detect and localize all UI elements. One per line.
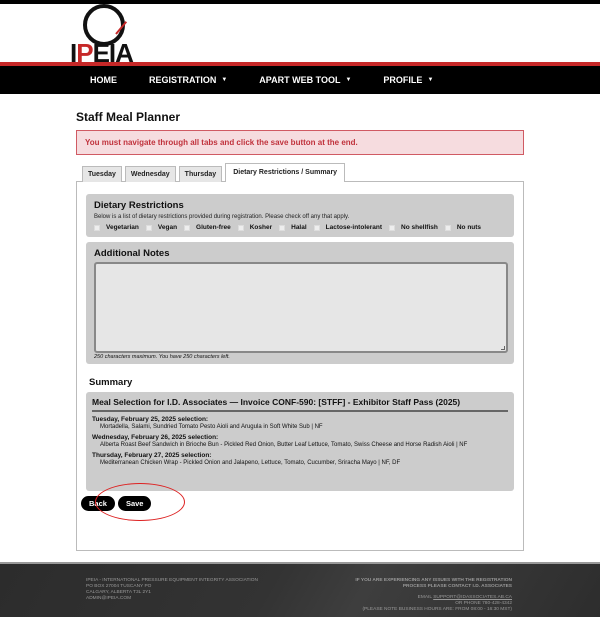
summary-section: Meal Selection for I.D. Associates — Inv… (86, 392, 514, 491)
footer-hours: (PLEASE NOTE BUSINESS HOURS ARE: FROM 08… (362, 607, 512, 612)
notes-textarea[interactable] (94, 262, 508, 353)
gauge-needle (115, 21, 128, 35)
checkbox[interactable] (444, 224, 451, 231)
option-label: No shellfish (401, 224, 438, 231)
checkbox[interactable] (145, 224, 152, 231)
day-selection-value: Mediterranean Chicken Wrap - Pickled Oni… (100, 460, 401, 466)
day-selection-label: Tuesday, February 25, 2025 selection: (92, 416, 209, 423)
page-title: Staff Meal Planner (76, 110, 181, 124)
footer-email-link[interactable]: ADMIN@IPEIA.COM (86, 596, 258, 602)
option-halal[interactable]: Halal (279, 224, 307, 231)
tab-panel: Dietary Restrictions Below is a list of … (76, 181, 524, 551)
option-label: Gluten-free (196, 224, 231, 231)
option-no-nuts[interactable]: No nuts (444, 224, 482, 231)
section-title: Additional Notes (94, 248, 170, 259)
checkbox[interactable] (389, 224, 396, 231)
ipeia-logo[interactable]: IPEIA (70, 4, 140, 69)
nav-label: REGISTRATION (149, 75, 217, 85)
nav-home[interactable]: HOME (90, 75, 117, 85)
option-vegetarian[interactable]: Vegetarian (94, 224, 139, 231)
day-selection-label: Wednesday, February 26, 2025 selection: (92, 434, 219, 441)
save-button[interactable]: Save (117, 496, 152, 511)
option-label: Vegan (157, 224, 178, 231)
support-email-link[interactable]: SUPPORT@IDASSOCIATES.AB.CA (433, 595, 512, 600)
main-nav: HOME REGISTRATION ▼ APART WEB TOOL ▼ PROFI… (0, 66, 600, 94)
checkbox[interactable] (313, 224, 320, 231)
day-selection-value: Alberta Roast Beef Sandwich in Brioche B… (100, 442, 468, 448)
option-lactose-intolerant[interactable]: Lactose-intolerant (313, 224, 383, 231)
nav-label: HOME (90, 75, 117, 85)
nav-label: PROFILE (383, 75, 423, 85)
caret-down-icon: ▼ (221, 77, 228, 83)
option-no-shellfish[interactable]: No shellfish (389, 224, 438, 231)
tab-wednesday[interactable]: Wednesday (124, 166, 176, 182)
nav-profile[interactable]: PROFILE ▼ (383, 75, 433, 85)
nav-apart-web-tool[interactable]: APART WEB TOOL ▼ (259, 75, 351, 85)
site-header: IPEIA (0, 4, 600, 68)
logo-letters: EIA (92, 38, 134, 68)
tab-dietary-summary[interactable]: Dietary Restrictions / Summary (225, 163, 346, 182)
caret-down-icon: ▼ (345, 77, 352, 83)
option-label: No nuts (456, 224, 482, 231)
checkbox[interactable] (94, 224, 100, 231)
caret-down-icon: ▼ (427, 77, 434, 83)
summary-title: Summary (89, 377, 133, 388)
tab-thursday[interactable]: Thursday (178, 166, 223, 182)
option-vegan[interactable]: Vegan (145, 224, 178, 231)
action-buttons: Back Save (81, 483, 514, 521)
summary-heading: Meal Selection for I.D. Associates — Inv… (92, 397, 508, 412)
section-description: Below is a list of dietary restrictions … (94, 214, 350, 220)
section-title: Dietary Restrictions (94, 200, 184, 211)
checkbox[interactable] (184, 224, 191, 231)
footer-support: IF YOU ARE EXPERIENCING ANY ISSUES WITH … (355, 578, 512, 613)
footer-address: IPEIA - INTERNATIONAL PRESSURE EQUIPMENT… (86, 578, 258, 602)
checkbox[interactable] (237, 224, 244, 231)
day-selection-value: Mortadella, Salami, Sundried Tomato Pest… (100, 424, 323, 430)
option-label: Vegetarian (106, 224, 139, 231)
resize-handle-icon[interactable] (501, 346, 505, 350)
character-count-hint: 250 characters maximum. You have 250 cha… (94, 354, 230, 360)
logo-text: IPEIA (70, 38, 134, 69)
logo-letter-accent: P (76, 38, 93, 68)
alert-message: You must navigate through all tabs and c… (76, 130, 524, 155)
main-content: Staff Meal Planner You must navigate thr… (0, 94, 600, 551)
additional-notes-section: Additional Notes 250 characters maximum.… (86, 242, 514, 364)
dietary-restrictions-section: Dietary Restrictions Below is a list of … (86, 194, 514, 237)
tab-tuesday[interactable]: Tuesday (82, 166, 122, 182)
day-selection-label: Thursday, February 27, 2025 selection: (92, 452, 212, 459)
checkbox[interactable] (279, 224, 286, 231)
option-kosher[interactable]: Kosher (237, 224, 273, 231)
footer-email-label: EMAIL (417, 595, 432, 600)
option-gluten-free[interactable]: Gluten-free (184, 224, 231, 231)
option-label: Halal (291, 224, 307, 231)
dietary-options: Vegetarian Vegan Gluten-free Kosher Hala… (94, 224, 506, 231)
site-footer: IPEIA - INTERNATIONAL PRESSURE EQUIPMENT… (0, 562, 600, 617)
nav-label: APART WEB TOOL (259, 75, 341, 85)
day-tabs: Tuesday Wednesday Thursday Dietary Restr… (76, 163, 524, 182)
option-label: Kosher (249, 224, 273, 231)
option-label: Lactose-intolerant (325, 224, 383, 231)
back-button[interactable]: Back (81, 496, 115, 511)
nav-registration[interactable]: REGISTRATION ▼ (149, 75, 227, 85)
